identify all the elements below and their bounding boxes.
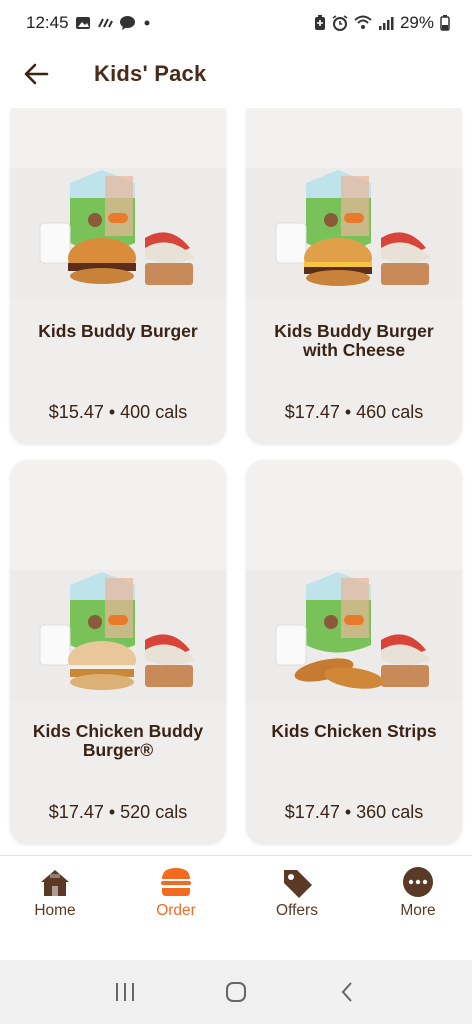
arrow-left-icon — [24, 63, 49, 85]
product-name: Kids Buddy Burger with Cheese — [274, 321, 434, 360]
product-name: Kids Chicken Strips — [271, 721, 437, 741]
recents-icon — [116, 983, 135, 1001]
recents-button[interactable] — [105, 972, 145, 1012]
product-image — [10, 108, 226, 298]
product-card[interactable]: Kids Chicken Buddy Burger® $17.47 • 520 … — [10, 460, 226, 844]
product-price-cals: $15.47 • 400 cals — [48, 402, 188, 422]
back-system-button[interactable] — [327, 972, 367, 1012]
product-image — [246, 108, 462, 298]
product-card[interactable]: Kids Buddy Burger $15.47 • 400 cals — [10, 108, 226, 444]
battery-icon — [440, 15, 450, 31]
product-card[interactable]: Kids Buddy Burger with Cheese $17.47 • 4… — [246, 108, 462, 444]
product-image — [246, 460, 462, 700]
product-card[interactable]: Kids Chicken Strips $17.47 • 360 cals — [246, 460, 462, 844]
alarm-icon — [332, 15, 348, 31]
nav-order[interactable]: Order — [121, 866, 231, 920]
product-price-cals: $17.47 • 360 cals — [284, 802, 424, 822]
product-image — [10, 460, 226, 700]
nav-offers[interactable]: Offers — [242, 866, 352, 920]
bottom-nav: Home Order Offers More — [0, 855, 472, 960]
status-time: 12:45 — [26, 13, 69, 32]
product-price-cals: $17.47 • 520 cals — [48, 802, 188, 822]
system-nav-bar — [0, 960, 472, 1024]
dot-icon — [144, 20, 150, 26]
more-icon — [403, 867, 433, 897]
home-icon — [41, 870, 69, 896]
status-bar: 12:45 29% — [0, 0, 472, 46]
app-header: Kids' Pack — [0, 46, 472, 102]
chevron-left-icon — [341, 982, 352, 1002]
burger-icon — [161, 868, 191, 896]
battery-saver-icon — [314, 15, 325, 30]
tag-icon — [284, 870, 312, 898]
nav-order-label: Order — [156, 902, 196, 919]
home-square-icon — [225, 982, 246, 1002]
nav-home[interactable]: Home — [0, 866, 110, 920]
nav-more-label: More — [400, 902, 436, 919]
back-button[interactable] — [6, 46, 66, 102]
signal-dots-icon — [97, 18, 113, 28]
battery-percent: 29% — [399, 13, 434, 32]
chat-icon — [119, 16, 135, 30]
product-name: Kids Chicken Buddy Burger® — [32, 721, 204, 760]
nav-more[interactable]: More — [363, 866, 472, 920]
nav-offers-label: Offers — [276, 902, 318, 919]
home-system-button[interactable] — [216, 972, 256, 1012]
product-price-cals: $17.47 • 460 cals — [284, 402, 424, 422]
product-name: Kids Buddy Burger — [38, 321, 198, 341]
image-icon — [75, 17, 90, 29]
cell-signal-icon — [378, 17, 394, 30]
wifi-icon — [354, 15, 372, 29]
nav-home-label: Home — [34, 902, 76, 919]
page-title: Kids' Pack — [94, 61, 207, 86]
product-grid: Kids Buddy Burger $15.47 • 400 cals Kids… — [0, 108, 472, 854]
